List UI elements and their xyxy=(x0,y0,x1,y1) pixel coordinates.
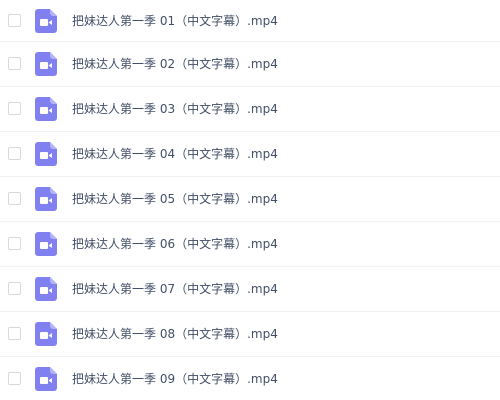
video-file-icon xyxy=(35,142,57,166)
row-checkbox[interactable] xyxy=(8,282,21,295)
row-checkbox[interactable] xyxy=(8,147,21,160)
video-file-icon xyxy=(35,322,57,346)
file-name[interactable]: 把妹达人第一季 04（中文字幕）.mp4 xyxy=(72,146,278,162)
file-row[interactable]: 把妹达人第一季 02（中文字幕）.mp4 xyxy=(0,42,500,87)
file-row[interactable]: 把妹达人第一季 07（中文字幕）.mp4 xyxy=(0,267,500,312)
row-checkbox[interactable] xyxy=(8,102,21,115)
file-row[interactable]: 把妹达人第一季 09（中文字幕）.mp4 xyxy=(0,357,500,400)
video-file-icon xyxy=(35,187,57,211)
file-name[interactable]: 把妹达人第一季 02（中文字幕）.mp4 xyxy=(72,56,278,72)
video-file-icon xyxy=(35,232,57,256)
file-name[interactable]: 把妹达人第一季 03（中文字幕）.mp4 xyxy=(72,101,278,117)
row-checkbox[interactable] xyxy=(8,192,21,205)
row-checkbox[interactable] xyxy=(8,57,21,70)
video-file-icon xyxy=(35,277,57,301)
video-file-icon xyxy=(35,97,57,121)
row-checkbox[interactable] xyxy=(8,237,21,250)
file-name[interactable]: 把妹达人第一季 09（中文字幕）.mp4 xyxy=(72,371,278,387)
file-name[interactable]: 把妹达人第一季 06（中文字幕）.mp4 xyxy=(72,236,278,252)
file-row[interactable]: 把妹达人第一季 05（中文字幕）.mp4 xyxy=(0,177,500,222)
file-name[interactable]: 把妹达人第一季 01（中文字幕）.mp4 xyxy=(72,13,278,29)
file-row[interactable]: 把妹达人第一季 04（中文字幕）.mp4 xyxy=(0,132,500,177)
file-name[interactable]: 把妹达人第一季 07（中文字幕）.mp4 xyxy=(72,281,278,297)
file-name[interactable]: 把妹达人第一季 05（中文字幕）.mp4 xyxy=(72,191,278,207)
file-row[interactable]: 把妹达人第一季 06（中文字幕）.mp4 xyxy=(0,222,500,267)
video-file-icon xyxy=(35,52,57,76)
row-checkbox[interactable] xyxy=(8,372,21,385)
video-file-icon xyxy=(35,367,57,391)
file-list: 把妹达人第一季 01（中文字幕）.mp4 把妹达人第一季 02（中文字幕）.mp… xyxy=(0,0,500,400)
file-row[interactable]: 把妹达人第一季 08（中文字幕）.mp4 xyxy=(0,312,500,357)
row-checkbox[interactable] xyxy=(8,327,21,340)
row-checkbox[interactable] xyxy=(8,13,21,27)
video-file-icon xyxy=(35,8,57,33)
file-name[interactable]: 把妹达人第一季 08（中文字幕）.mp4 xyxy=(72,326,278,342)
file-row[interactable]: 把妹达人第一季 03（中文字幕）.mp4 xyxy=(0,87,500,132)
file-row[interactable]: 把妹达人第一季 01（中文字幕）.mp4 xyxy=(0,0,500,42)
